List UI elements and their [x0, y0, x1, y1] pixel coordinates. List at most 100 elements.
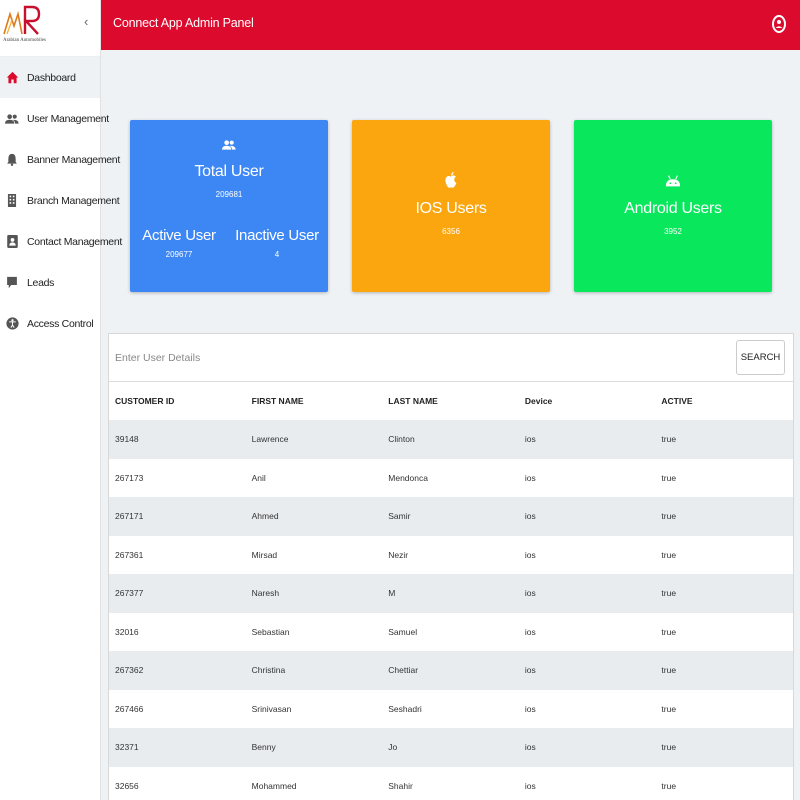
cell-last-name: Seshadri [388, 703, 422, 714]
cell-customer-id: 267361 [115, 549, 144, 560]
cell-first-name: Christina [251, 665, 286, 676]
cell-customer-id: 267171 [115, 511, 144, 522]
building-icon [5, 194, 19, 208]
cell-last-name: Shahir [388, 780, 413, 791]
inactive-users-value: 4 [274, 250, 280, 259]
cell-active: true [661, 472, 677, 483]
user-icon[interactable] [772, 15, 786, 33]
cell-customer-id: 32371 [115, 742, 139, 753]
ios-users-title: IOS Users [415, 200, 487, 217]
table-row[interactable]: 32016 Sebastian Samuel ios true [109, 613, 793, 652]
active-users-value: 209677 [165, 250, 193, 259]
cell-customer-id: 39148 [115, 434, 139, 445]
search-bar: SEARCH [109, 334, 793, 382]
active-users-title: Active User [142, 227, 216, 244]
users-table: CUSTOMER ID FIRST NAME LAST NAME Device … [109, 382, 793, 800]
sidebar-item-branch-management[interactable]: Branch Management [0, 180, 120, 221]
logo-area: Arabian Automobiles ‹ [0, 0, 100, 57]
cell-first-name: Benny [251, 742, 276, 753]
active-users-stat: Active User 209677 [134, 227, 224, 259]
cell-active: true [661, 742, 677, 753]
android-icon [665, 175, 681, 187]
cell-customer-id: 267377 [115, 588, 144, 599]
cell-last-name: Samir [388, 511, 411, 522]
cell-first-name: Mohammed [251, 780, 297, 791]
cell-active: true [661, 511, 677, 522]
table-row[interactable]: 267466 Srinivasan Seshadri ios true [109, 690, 793, 729]
cell-active: true [661, 626, 677, 637]
android-users-card: Android Users 3952 [574, 120, 772, 292]
cell-last-name: Clinton [388, 434, 415, 445]
cell-first-name: Sebastian [251, 626, 290, 637]
sidebar-item-label: User Management [27, 112, 109, 125]
cell-device: ios [524, 511, 536, 522]
table-row[interactable]: 32371 Benny Jo ios true [109, 728, 793, 767]
table-row[interactable]: 267361 Mirsad Nezir ios true [109, 536, 793, 575]
cell-device: ios [524, 742, 536, 753]
inactive-users-stat: Inactive User 4 [232, 227, 322, 259]
sidebar-item-label: Contact Management [27, 235, 122, 248]
cell-device: ios [524, 665, 536, 676]
column-header-customer-id[interactable]: CUSTOMER ID [109, 382, 246, 420]
sidebar-item-label: Leads [27, 276, 55, 289]
sidebar-nav: Dashboard User Management Banner Managem… [0, 57, 122, 344]
sidebar-item-label: Branch Management [27, 194, 120, 207]
cell-first-name: Srinivasan [251, 703, 292, 714]
cell-customer-id: 32016 [115, 626, 139, 637]
sidebar-item-user-management[interactable]: User Management [0, 98, 109, 139]
total-users-card: Total User 209681 Active User 209677 Ina… [130, 120, 328, 292]
cell-device: ios [524, 703, 536, 714]
ios-users-value: 6356 [442, 227, 460, 236]
android-users-title: Android Users [624, 200, 722, 217]
cell-customer-id: 267362 [115, 665, 144, 676]
table-row[interactable]: 267377 Naresh Mios true [109, 574, 793, 613]
ios-users-card: IOS Users 6356 [352, 120, 550, 292]
sidebar-item-contact-management[interactable]: Contact Management [0, 221, 122, 262]
column-header-first-name[interactable]: FIRST NAME [246, 382, 383, 420]
apple-icon [445, 171, 457, 188]
sidebar: Arabian Automobiles ‹ Dashboard User Man… [0, 0, 122, 800]
inactive-users-title: Inactive User [235, 227, 319, 244]
table-row[interactable]: 267362 Christina Chettiar ios true [109, 651, 793, 690]
cell-first-name: Lawrence [251, 434, 289, 445]
search-input[interactable] [109, 334, 729, 381]
cell-active: true [661, 703, 677, 714]
sidebar-item-access-control[interactable]: Access Control [0, 303, 100, 344]
table-row[interactable]: 39148 Lawrence Clinton ios true [109, 420, 793, 459]
logo-caption: Arabian Automobiles [3, 38, 46, 43]
cell-last-name: Mendonca [388, 472, 428, 483]
bell-icon [5, 153, 19, 167]
cell-last-name: Chettiar [388, 665, 419, 676]
column-header-last-name[interactable]: LAST NAME [382, 382, 519, 420]
sidebar-item-label: Banner Management [27, 153, 120, 166]
cell-device: ios [524, 434, 536, 445]
search-button[interactable]: SEARCH [736, 340, 785, 375]
home-icon [5, 71, 19, 85]
sidebar-item-label: Dashboard [27, 71, 76, 84]
users-icon [222, 140, 236, 150]
users-icon [5, 112, 19, 126]
sidebar-item-label: Access Control [27, 317, 94, 330]
sidebar-item-banner-management[interactable]: Banner Management [0, 139, 120, 180]
cell-device: ios [524, 626, 536, 637]
table-row[interactable]: 267173 Anil Mendonca ios true [109, 459, 793, 498]
cell-first-name: Mirsad [251, 549, 278, 560]
collapse-sidebar-icon[interactable]: ‹ [84, 14, 88, 29]
cell-active: true [661, 665, 677, 676]
column-header-device[interactable]: Device [519, 382, 656, 420]
cell-first-name: Naresh [251, 588, 280, 599]
cell-customer-id: 267173 [115, 472, 144, 483]
cell-active: true [661, 549, 677, 560]
column-header-active[interactable]: ACTIVE [655, 382, 793, 420]
page-title: Connect App Admin Panel [113, 16, 254, 30]
sidebar-item-leads[interactable]: Leads [0, 262, 100, 303]
cell-device: ios [524, 780, 536, 791]
table-row[interactable]: 267171 Ahmed Samir ios true [109, 497, 793, 536]
cell-last-name: M [388, 588, 396, 599]
android-users-value: 3952 [664, 227, 682, 236]
table-row[interactable]: 32656 Mohammed Shahir ios true [109, 767, 793, 800]
total-users-title: Total User [194, 163, 264, 180]
cell-device: ios [524, 549, 536, 560]
sidebar-item-dashboard[interactable]: Dashboard [0, 57, 100, 98]
cell-last-name: Jo [388, 742, 398, 753]
